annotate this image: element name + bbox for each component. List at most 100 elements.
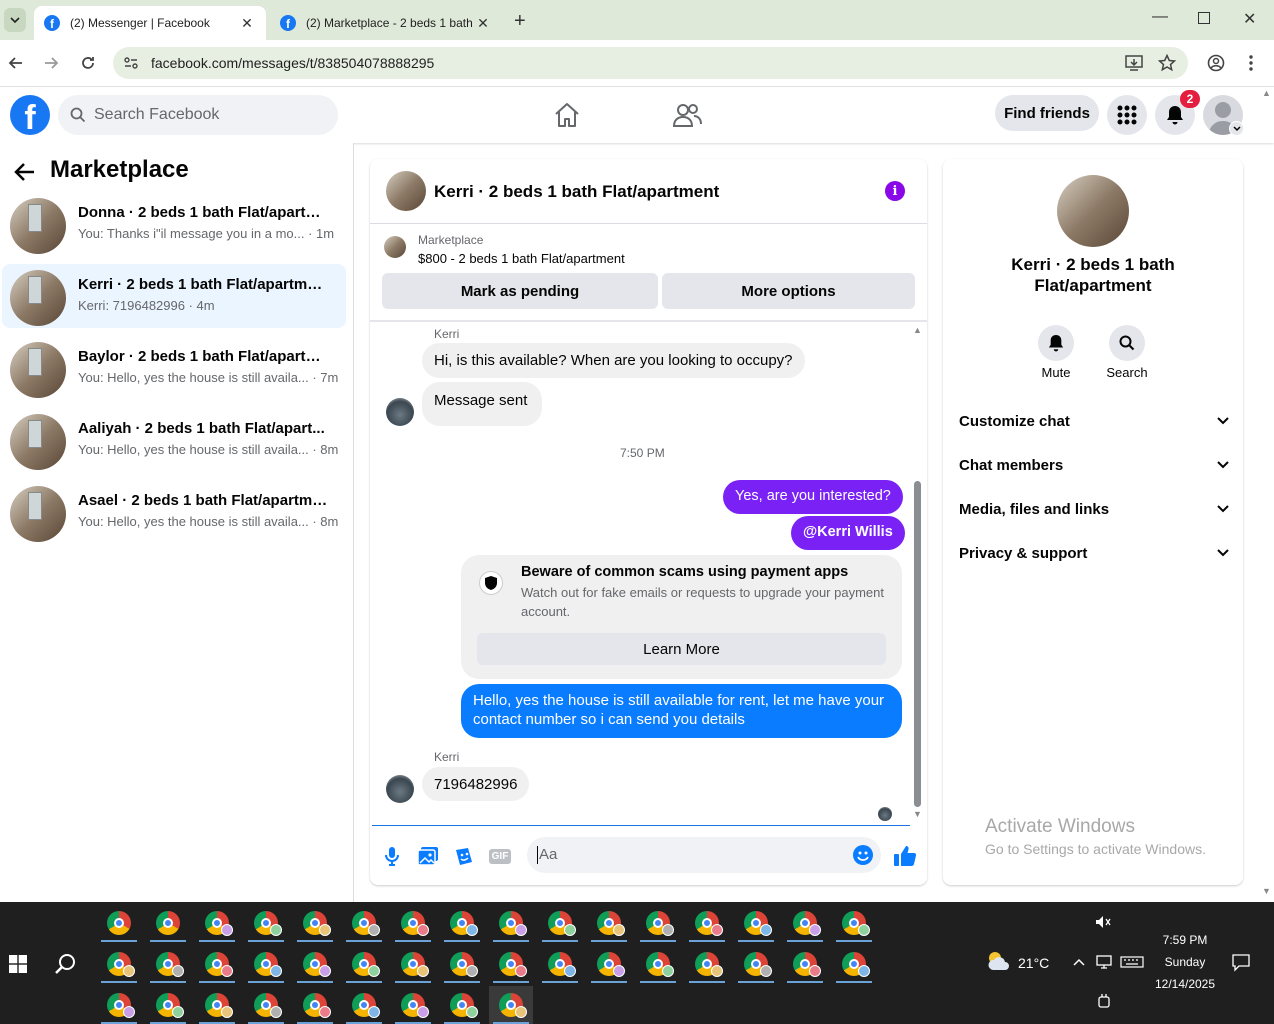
chrome-profile-taskbar-icon[interactable]: [244, 945, 288, 983]
chrome-profile-taskbar-icon[interactable]: [636, 904, 680, 942]
message-bubble-incoming[interactable]: Hi, is this available? When are you look…: [422, 343, 805, 378]
chat-title[interactable]: Kerri · 2 beds 1 bath Flat/apartment: [434, 182, 719, 202]
profile-icon[interactable]: [1207, 54, 1225, 72]
scroll-up-arrow[interactable]: ▲: [913, 325, 923, 335]
listing-thumbnail[interactable]: [384, 236, 406, 258]
chrome-profile-taskbar-icon[interactable]: [293, 904, 337, 942]
chrome-profile-taskbar-icon[interactable]: [146, 945, 190, 983]
search-icon[interactable]: [55, 953, 77, 975]
chrome-profile-taskbar-icon[interactable]: [734, 904, 778, 942]
chat-avatar[interactable]: [386, 171, 426, 211]
account-chevron[interactable]: [1229, 121, 1244, 136]
notification-center-icon[interactable]: [1232, 954, 1250, 972]
scroll-down-arrow[interactable]: ▼: [913, 809, 923, 819]
install-app-icon[interactable]: [1125, 55, 1143, 71]
info-icon[interactable]: i: [885, 181, 905, 201]
chrome-profile-taskbar-icon[interactable]: [587, 904, 631, 942]
back-button[interactable]: [4, 51, 28, 75]
customize-chat-section[interactable]: Customize chat: [959, 406, 1229, 436]
chrome-profile-taskbar-icon[interactable]: [489, 904, 533, 942]
chrome-profile-taskbar-icon[interactable]: [97, 904, 141, 942]
chrome-profile-taskbar-icon[interactable]: [244, 904, 288, 942]
chrome-profile-taskbar-icon[interactable]: [391, 986, 435, 1024]
thumbs-up-icon[interactable]: [893, 844, 917, 868]
chrome-profile-taskbar-icon[interactable]: [636, 945, 680, 983]
home-icon[interactable]: [553, 102, 581, 128]
friends-icon[interactable]: [672, 102, 702, 128]
omnibox[interactable]: facebook.com/messages/t/838504078888295: [113, 47, 1188, 79]
learn-more-button[interactable]: Learn More: [477, 633, 886, 665]
chrome-profile-taskbar-icon[interactable]: [342, 904, 386, 942]
chrome-profile-taskbar-icon[interactable]: [195, 986, 239, 1024]
message-bubble-outgoing[interactable]: Hello, yes the house is still available …: [461, 684, 902, 738]
chrome-profile-taskbar-icon[interactable]: [489, 986, 533, 1024]
message-bubble-incoming[interactable]: 7196482996: [422, 767, 530, 801]
windows-start-icon[interactable]: [9, 955, 27, 973]
sticker-icon[interactable]: [452, 844, 476, 868]
message-bubble-outgoing[interactable]: Yes, are you interested?: [723, 480, 903, 514]
chat-members-section[interactable]: Chat members: [959, 450, 1229, 480]
new-tab-button[interactable]: +: [514, 10, 526, 33]
conversation-item[interactable]: Baylor · 2 beds 1 bath Flat/apartm... Yo…: [2, 336, 346, 400]
sender-avatar[interactable]: [386, 775, 414, 803]
chevron-up-icon[interactable]: [1073, 958, 1085, 966]
menu-button[interactable]: [1107, 95, 1147, 135]
clock-day[interactable]: Sunday: [1150, 955, 1220, 969]
close-window-button[interactable]: ✕: [1243, 9, 1256, 29]
mute-button[interactable]: [1038, 325, 1074, 361]
chrome-profile-taskbar-icon[interactable]: [538, 904, 582, 942]
chrome-profile-taskbar-icon[interactable]: [391, 904, 435, 942]
chrome-profile-taskbar-icon[interactable]: [195, 945, 239, 983]
conversation-item[interactable]: Asael · 2 beds 1 bath Flat/apartment You…: [2, 480, 346, 544]
chrome-profile-taskbar-icon[interactable]: [293, 945, 337, 983]
forward-button[interactable]: [39, 51, 63, 75]
back-arrow-icon[interactable]: [14, 162, 36, 182]
chrome-profile-taskbar-icon[interactable]: [391, 945, 435, 983]
menu-kebab-icon[interactable]: [1248, 54, 1254, 72]
chrome-profile-taskbar-icon[interactable]: [440, 904, 484, 942]
chrome-profile-taskbar-icon[interactable]: [293, 986, 337, 1024]
volume-muted-icon[interactable]: [1095, 915, 1111, 929]
chrome-profile-taskbar-icon[interactable]: [832, 945, 876, 983]
emoji-icon[interactable]: [853, 845, 873, 865]
weather-temperature[interactable]: 21°C: [1018, 955, 1049, 971]
chrome-profile-taskbar-icon[interactable]: [146, 986, 190, 1024]
chrome-profile-taskbar-icon[interactable]: [146, 904, 190, 942]
bookmark-star-icon[interactable]: [1158, 54, 1176, 72]
facebook-logo[interactable]: f: [10, 95, 50, 135]
chrome-profile-taskbar-icon[interactable]: [685, 945, 729, 983]
microphone-icon[interactable]: [380, 844, 404, 868]
tab-search-button[interactable]: [4, 8, 26, 32]
chrome-profile-taskbar-icon[interactable]: [440, 986, 484, 1024]
conversation-item[interactable]: Donna · 2 beds 1 bath Flat/apartm... You…: [2, 192, 346, 256]
conversation-item-selected[interactable]: Kerri · 2 beds 1 bath Flat/apartment Ker…: [2, 264, 346, 328]
mark-as-pending-button[interactable]: Mark as pending: [382, 273, 658, 309]
minimize-button[interactable]: —: [1152, 8, 1168, 26]
chrome-profile-taskbar-icon[interactable]: [538, 945, 582, 983]
network-icon[interactable]: [1096, 955, 1112, 969]
tab-messenger[interactable]: f (2) Messenger | Facebook ✕: [34, 6, 266, 40]
media-files-links-section[interactable]: Media, files and links: [959, 494, 1229, 524]
close-tab-icon[interactable]: ✕: [474, 15, 492, 32]
privacy-support-section[interactable]: Privacy & support: [959, 538, 1229, 568]
chrome-profile-taskbar-icon[interactable]: [97, 945, 141, 983]
search-input[interactable]: Search Facebook: [58, 95, 338, 135]
clock-date[interactable]: 12/14/2025: [1150, 977, 1220, 991]
page-scroll-down[interactable]: ▼: [1262, 886, 1271, 896]
find-friends-button[interactable]: Find friends: [995, 95, 1099, 131]
more-options-button[interactable]: More options: [662, 273, 915, 309]
keyboard-icon[interactable]: [1120, 956, 1144, 968]
mention-bubble[interactable]: @Kerri Willis: [791, 516, 905, 550]
chrome-profile-taskbar-icon[interactable]: [489, 945, 533, 983]
page-scroll-up[interactable]: ▲: [1262, 88, 1271, 98]
listing-title[interactable]: $800 - 2 beds 1 bath Flat/apartment: [418, 251, 625, 266]
chrome-profile-taskbar-icon[interactable]: [587, 945, 631, 983]
chrome-profile-taskbar-icon[interactable]: [783, 945, 827, 983]
reload-button[interactable]: [76, 51, 100, 75]
chrome-profile-taskbar-icon[interactable]: [342, 986, 386, 1024]
sender-avatar[interactable]: [386, 398, 414, 426]
conversation-item[interactable]: Aaliyah · 2 beds 1 bath Flat/apart... Yo…: [2, 408, 346, 472]
chrome-profile-taskbar-icon[interactable]: [440, 945, 484, 983]
chrome-profile-taskbar-icon[interactable]: [734, 945, 778, 983]
chrome-profile-taskbar-icon[interactable]: [97, 986, 141, 1024]
